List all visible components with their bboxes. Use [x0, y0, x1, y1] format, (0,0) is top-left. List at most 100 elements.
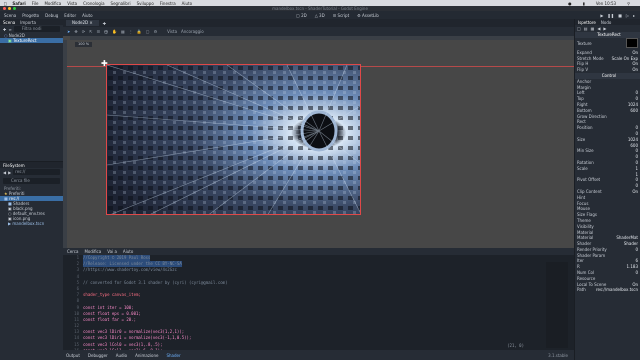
play-icon[interactable]: ▶ [600, 13, 603, 18]
snap-icon[interactable]: ▦ [121, 29, 125, 34]
property-label: Position [577, 125, 593, 131]
filesystem-nav: ◀ ▶ res:// [0, 168, 63, 176]
workspace-3d[interactable]: △ 3D [315, 13, 325, 18]
mac-menu-window[interactable]: Finestra [160, 1, 176, 6]
tab-shader[interactable]: Shader [166, 353, 180, 358]
lock-icon[interactable]: 🔒 [137, 29, 142, 34]
close-icon[interactable]: × [89, 20, 92, 25]
clock[interactable]: Ven 10:53 [596, 1, 616, 6]
workspace-script[interactable]: ☰ Script [333, 13, 349, 18]
mac-menu-help[interactable]: Aiuto [182, 1, 192, 6]
property-value: 600 [630, 107, 638, 113]
property-label: Scale [577, 165, 588, 171]
mac-menu-develop[interactable]: Sviluppo [137, 1, 154, 6]
tab-scene[interactable]: Scena [3, 20, 15, 25]
tab-output[interactable]: Output [66, 353, 80, 358]
menu-project[interactable]: Progetto [22, 13, 39, 18]
tree-node-texturerect[interactable]: ▣ TextureRect [0, 38, 63, 43]
mac-menu-file[interactable]: File [32, 1, 39, 6]
history-forward-icon[interactable]: ▶ [603, 26, 606, 31]
open-resource-icon[interactable]: ▤ [584, 26, 588, 31]
select-tool-icon[interactable]: ➤ [67, 29, 70, 34]
scene-filter-input[interactable]: Filtra nodi [13, 26, 60, 32]
scene-tab-node2d[interactable]: Node2D × [66, 20, 99, 26]
minimize-window-button[interactable] [8, 7, 11, 10]
apple-icon[interactable]:  [4, 1, 6, 6]
file-search-input[interactable]: Cerca file [3, 178, 60, 184]
code-minimap[interactable] [546, 262, 568, 348]
prop-texture[interactable]: Texture [575, 37, 640, 50]
forward-icon[interactable]: ▶ [8, 170, 11, 175]
inspector-dock: Ispettore Nodo □ ▤ ▦ ◀ ▶ TextureRect Tex… [574, 19, 640, 360]
property-label: Min Size [577, 148, 594, 154]
tab-audio[interactable]: Audio [116, 353, 127, 358]
zoom-window-button[interactable] [13, 7, 16, 10]
close-window-button[interactable] [3, 7, 6, 10]
shader-editor-panel: Cerca Modifica Vai a Aiuto 1//Copyright … [63, 248, 574, 360]
property-value: 0 [635, 270, 638, 276]
grid-icon[interactable]: ⋮ [129, 29, 133, 34]
tab-inspector[interactable]: Ispettore [578, 20, 596, 25]
add-scene-tab-icon[interactable]: ✚ [103, 21, 106, 26]
pan-tool-icon[interactable]: ✋ [112, 29, 117, 34]
stop-icon[interactable]: ■ [618, 13, 622, 18]
texture-thumbnail[interactable] [626, 37, 638, 48]
move-tool-icon[interactable]: ✥ [74, 29, 77, 34]
zoom-reset-button[interactable]: 100 % [75, 42, 93, 47]
fs-item-mandelbox[interactable]: ▶ mandelbox.tscn [0, 221, 63, 226]
list-tool-icon[interactable]: ☰ [96, 29, 100, 34]
bone-icon[interactable]: ⚙ [154, 29, 158, 34]
play-custom-icon[interactable]: ▸ [633, 13, 635, 18]
ruler-horizontal [70, 36, 574, 40]
menu-editor[interactable]: Editor [64, 13, 76, 18]
inspector-property-row[interactable]: Path res://mandelbox.tscn [575, 287, 640, 293]
scale-tool-icon[interactable]: ⇱ [89, 29, 92, 34]
link-icon[interactable]: ∞ [8, 27, 11, 32]
code-editor[interactable]: 1//Copyright © 2019 Paul Ross 2//Release… [63, 255, 574, 353]
history-back-icon[interactable]: ◀ [597, 26, 600, 31]
play-scene-icon[interactable]: ▷ [626, 13, 629, 18]
workspace-assetlib[interactable]: ⚙ AssetLib [357, 13, 379, 18]
property-label: Size [577, 136, 586, 142]
tab-animation[interactable]: Animazione [135, 353, 158, 358]
menu-goto[interactable]: Vai a [107, 249, 117, 254]
battery-icon[interactable]: ▮ [583, 1, 585, 6]
menu-search[interactable]: Cerca [67, 249, 78, 254]
mac-menu-view[interactable]: Vista [67, 1, 77, 6]
pivot-tool-icon[interactable]: ⨁ [104, 29, 108, 34]
anchor-menu[interactable]: Ancoraggio [181, 29, 204, 34]
spotlight-icon[interactable]: ⚲ [627, 1, 630, 6]
mac-menu-edit[interactable]: Modifica [44, 1, 61, 6]
menu-edit[interactable]: Modifica [84, 249, 101, 254]
save-resource-icon[interactable]: ▦ [591, 26, 595, 31]
path-field[interactable]: res:// [13, 169, 60, 175]
move-gizmo-icon[interactable]: ✚ [101, 60, 108, 68]
wifi-icon[interactable]: ● [568, 1, 572, 6]
tab-filesystem[interactable]: FileSystem [3, 163, 25, 168]
texture-rect-preview[interactable] [106, 64, 361, 215]
new-resource-icon[interactable]: □ [577, 26, 581, 31]
pause-icon[interactable]: ❚❚ [607, 13, 614, 18]
mac-menu-bookmarks[interactable]: Segnalibri [111, 1, 131, 6]
ruler-vertical [63, 40, 67, 248]
group-icon[interactable]: ▢ [146, 29, 150, 34]
tab-debugger[interactable]: Debugger [88, 353, 108, 358]
menu-help[interactable]: Aiuto [123, 249, 133, 254]
property-label: Pivot Offset [577, 177, 601, 183]
canvas-toolbar: ➤ ✥ ⟳ ⇱ ☰ ⨁ ✋ ▦ ⋮ 🔒 ▢ ⚙ Vista Ancoraggio [63, 27, 574, 36]
add-node-icon[interactable]: ✚ [3, 27, 6, 32]
filesystem-dock: FileSystem ◀ ▶ res:// Cerca file Preferi… [0, 161, 63, 360]
menu-scene[interactable]: Scena [4, 13, 16, 18]
mac-menu-history[interactable]: Cronologia [83, 1, 104, 6]
back-icon[interactable]: ◀ [3, 170, 6, 175]
menu-debug[interactable]: Debug [45, 13, 58, 18]
rotate-tool-icon[interactable]: ⟳ [82, 29, 85, 34]
tab-node[interactable]: Nodo [601, 20, 611, 25]
menu-help[interactable]: Aiuto [82, 13, 92, 18]
app-name[interactable]: Safari [12, 1, 25, 6]
mandelbox-render [107, 65, 360, 214]
workspace-2d[interactable]: ▢ 2D [296, 13, 307, 18]
tab-import[interactable]: Importa [20, 20, 36, 25]
bottom-panel-tabs: Output Debugger Audio Animazione Shader … [63, 350, 574, 360]
view-menu[interactable]: Vista [167, 29, 177, 34]
